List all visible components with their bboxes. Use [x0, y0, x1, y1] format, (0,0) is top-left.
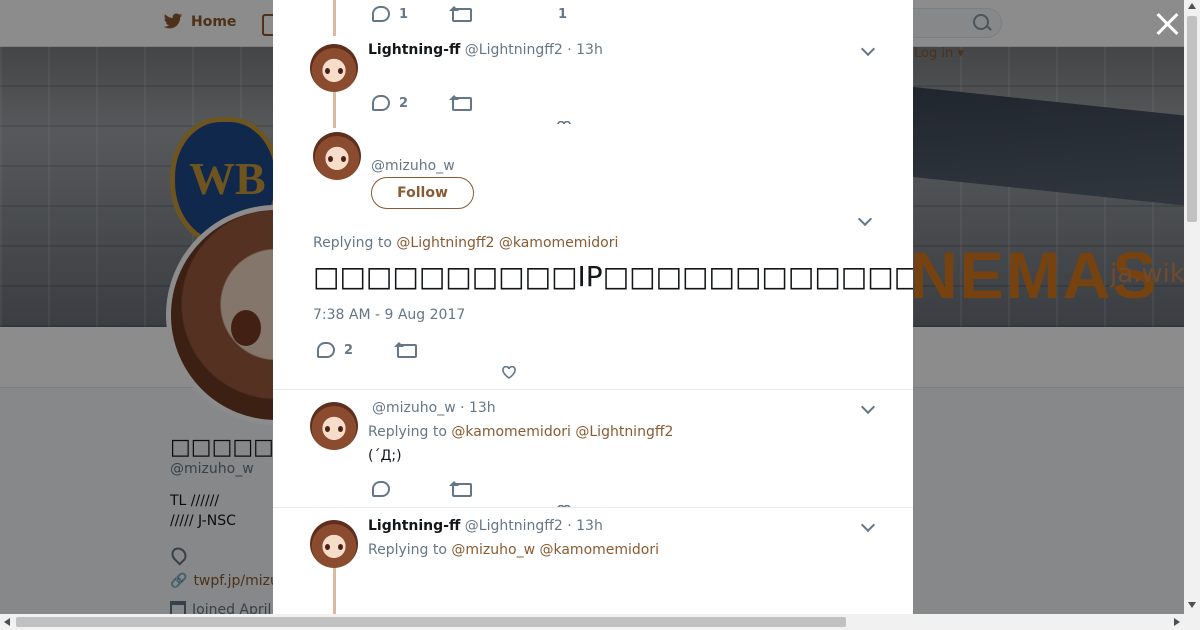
retweet-icon[interactable] — [449, 95, 472, 111]
reply-icon[interactable] — [372, 6, 390, 22]
tweet-text: (´Д;) — [368, 448, 402, 464]
main-tweet-handle-text: @mizuho_w — [371, 158, 455, 174]
reply-count: 2 — [344, 343, 354, 358]
tweet-header: Lightning-ff @Lightningff2 · 13h — [368, 518, 603, 534]
tweet-time[interactable]: · 13h — [567, 518, 603, 534]
replying-to-line: Replying to @mizuho_w @kamomemidori — [368, 542, 659, 558]
tweet-menu-chevron-icon[interactable] — [860, 399, 876, 415]
follow-button[interactable]: Follow — [371, 177, 474, 209]
avatar[interactable] — [310, 520, 358, 568]
heart-icon[interactable] — [502, 366, 516, 379]
scroll-left-arrow-icon[interactable] — [4, 618, 10, 626]
replying-prefix: Replying to — [368, 542, 447, 558]
retweet-icon[interactable] — [394, 342, 417, 358]
horizontal-scroll-thumb[interactable] — [16, 617, 846, 627]
retweet-icon[interactable] — [449, 6, 472, 22]
tweet-menu-chevron-icon[interactable] — [860, 41, 876, 57]
replying-to-link[interactable]: @kamomemidori — [539, 542, 659, 558]
replying-prefix: Replying to — [368, 424, 447, 440]
tweet-author-handle[interactable]: @mizuho_w — [372, 400, 456, 416]
vertical-scroll-thumb[interactable] — [1187, 16, 1197, 222]
tweet-menu-chevron-icon[interactable] — [857, 211, 873, 227]
thread-connector — [333, 0, 336, 36]
heart-icon[interactable] — [557, 119, 571, 124]
tweet-author-name[interactable]: Lightning-ff — [368, 42, 460, 58]
avatar[interactable] — [310, 402, 358, 450]
close-modal-icon[interactable] — [1155, 12, 1179, 36]
tweet-divider — [273, 389, 913, 390]
replying-to-link[interactable]: @kamomemidori — [499, 235, 619, 251]
tweet-divider — [273, 507, 913, 508]
tweet-modal: 1 1 Lightning-ff @Lightningff2 · 13h 2 @… — [273, 0, 913, 614]
vertical-scrollbar[interactable] — [1184, 0, 1200, 614]
replying-to-line: Replying to @kamomemidori @Lightningff2 — [368, 424, 673, 440]
tweet-menu-chevron-icon[interactable] — [860, 517, 876, 533]
replying-to-link[interactable]: @Lightningff2 — [396, 235, 494, 251]
like-count: 1 — [558, 7, 568, 22]
reply-count: 2 — [399, 96, 409, 111]
replying-to-link[interactable]: @kamomemidori — [451, 424, 571, 440]
tweet-time[interactable]: · 13h — [460, 400, 496, 416]
scroll-right-arrow-icon[interactable] — [1174, 618, 1180, 626]
reply-count: 1 — [399, 7, 409, 22]
scroll-down-arrow-icon[interactable] — [1188, 602, 1196, 608]
tweet-author-handle[interactable]: @Lightningff2 — [465, 518, 563, 534]
horizontal-scrollbar[interactable] — [0, 614, 1200, 630]
replying-to-line: Replying to @Lightningff2 @kamomemidori — [313, 235, 618, 251]
reply-icon[interactable] — [317, 342, 335, 358]
reply-icon[interactable] — [372, 95, 390, 111]
replying-prefix: Replying to — [313, 235, 392, 251]
reply-icon[interactable] — [372, 481, 390, 497]
main-tweet-date[interactable]: 7:38 AM - 9 Aug 2017 — [313, 307, 465, 323]
retweet-icon[interactable] — [449, 481, 472, 497]
tweet-header: @mizuho_w · 13h — [372, 400, 496, 416]
scroll-up-arrow-icon[interactable] — [1188, 3, 1196, 9]
avatar[interactable] — [313, 132, 361, 180]
thread-connector — [333, 92, 336, 128]
main-tweet-handle[interactable]: @mizuho_w — [371, 158, 455, 174]
thread-connector — [333, 568, 336, 614]
tweet-time[interactable]: · 13h — [567, 42, 603, 58]
tweet-author-handle[interactable]: @Lightningff2 — [465, 42, 563, 58]
replying-to-link[interactable]: @Lightningff2 — [575, 424, 673, 440]
tweet-author-name[interactable]: Lightning-ff — [368, 518, 460, 534]
main-tweet-text: □□□□□□□□□□IP□□□□□□□□□□□□□□□□□□□□□□□□□□□□… — [313, 260, 913, 293]
avatar[interactable] — [310, 44, 358, 92]
tweet-header: Lightning-ff @Lightningff2 · 13h — [368, 42, 603, 58]
replying-to-link[interactable]: @mizuho_w — [451, 542, 535, 558]
